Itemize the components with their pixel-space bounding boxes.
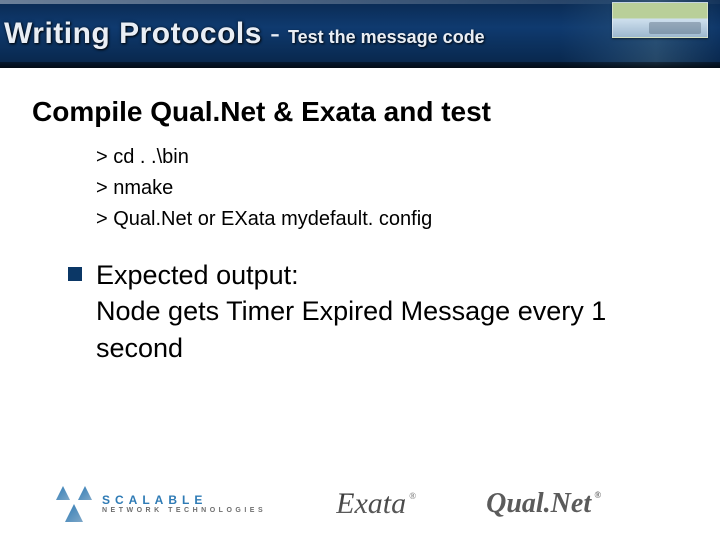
bullet-square-icon [68, 267, 82, 281]
title-wrap: Writing Protocols - Test the message cod… [0, 17, 485, 51]
slide-title-separator: - [270, 17, 280, 51]
footer-logos: SCALABLE NETWORK TECHNOLOGIES Exata Qual… [0, 486, 720, 522]
bullet-item: Expected output:Node gets Timer Expired … [32, 257, 688, 366]
scalable-logo-text: SCALABLE NETWORK TECHNOLOGIES [102, 494, 266, 514]
command-line: > nmake [96, 173, 688, 204]
command-line: > cd . .\bin [96, 142, 688, 173]
slide-title-sub: Test the message code [288, 27, 485, 48]
scalable-line1: SCALABLE [102, 494, 266, 507]
header-bottom-shadow [0, 62, 720, 68]
slide-header: Writing Protocols - Test the message cod… [0, 0, 720, 68]
scalable-line2: NETWORK TECHNOLOGIES [102, 507, 266, 514]
logo-exata: Exata [336, 487, 416, 521]
slide-title-main: Writing Protocols [4, 17, 262, 51]
slide-content: Compile Qual.Net & Exata and test > cd .… [0, 68, 720, 366]
section-heading: Compile Qual.Net & Exata and test [32, 96, 688, 128]
scalable-triangles-icon [56, 486, 92, 522]
logo-scalable: SCALABLE NETWORK TECHNOLOGIES [56, 486, 266, 522]
header-thumbnail-image [612, 2, 708, 38]
command-line: > Qual.Net or EXata mydefault. config [96, 204, 688, 235]
bullet-text: Expected output:Node gets Timer Expired … [96, 257, 688, 366]
logo-qualnet: Qual.Net [486, 488, 601, 520]
command-list: > cd . .\bin > nmake > Qual.Net or EXata… [32, 142, 688, 235]
